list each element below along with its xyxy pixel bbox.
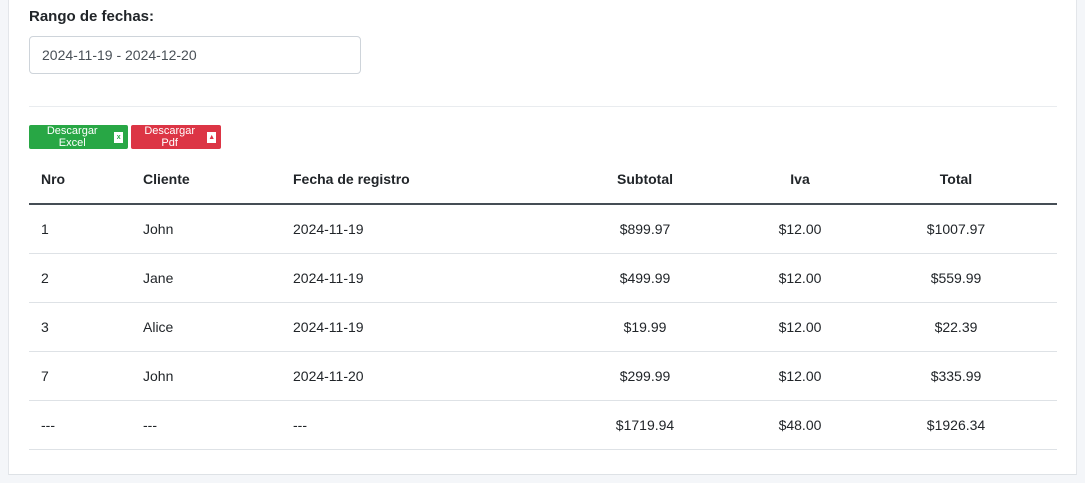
cell-fecha: 2024-11-19 [281, 302, 545, 352]
cell-cliente: John [131, 204, 281, 254]
cell-cliente: --- [131, 400, 281, 450]
cell-iva: $12.00 [745, 204, 855, 254]
download-pdf-label: Descargar Pdf [144, 125, 196, 149]
table-row: 3 Alice 2024-11-19 $19.99 $12.00 $22.39 [29, 302, 1057, 352]
cell-nro: 3 [29, 302, 131, 352]
download-excel-label: Descargar Excel [46, 125, 98, 149]
cell-total-sum: $1926.34 [855, 400, 1057, 450]
table-totals-row: --- --- --- $1719.94 $48.00 $1926.34 [29, 400, 1057, 450]
download-excel-button[interactable]: Descargar Excel x [29, 125, 128, 149]
cell-cliente: Alice [131, 302, 281, 352]
table-header-row: Nro Cliente Fecha de registro Subtotal I… [29, 155, 1057, 205]
cell-nro: --- [29, 400, 131, 450]
table-row: 1 John 2024-11-19 $899.97 $12.00 $1007.9… [29, 204, 1057, 254]
cell-nro: 1 [29, 204, 131, 254]
cell-fecha: 2024-11-19 [281, 204, 545, 254]
report-card: Rango de fechas: Descargar Excel x Desca… [8, 0, 1077, 475]
cell-iva-sum: $48.00 [745, 400, 855, 450]
table-row: 7 John 2024-11-20 $299.99 $12.00 $335.99 [29, 351, 1057, 401]
cell-total: $22.39 [855, 302, 1057, 352]
cell-subtotal: $499.99 [545, 253, 745, 303]
date-range-label: Rango de fechas: [29, 8, 155, 25]
column-header-nro: Nro [29, 155, 131, 205]
page-background-strip [0, 475, 1085, 483]
cell-iva: $12.00 [745, 253, 855, 303]
cell-total: $1007.97 [855, 204, 1057, 254]
column-header-iva: Iva [745, 155, 855, 205]
cell-iva: $12.00 [745, 351, 855, 401]
pdf-file-icon: ▲ [207, 131, 216, 143]
excel-file-icon: x [114, 131, 123, 143]
column-header-total: Total [855, 155, 1057, 205]
cell-nro: 2 [29, 253, 131, 303]
cell-fecha: 2024-11-20 [281, 351, 545, 401]
cell-subtotal: $299.99 [545, 351, 745, 401]
cell-total: $335.99 [855, 351, 1057, 401]
column-header-fecha: Fecha de registro [281, 155, 545, 205]
cell-subtotal-sum: $1719.94 [545, 400, 745, 450]
cell-iva: $12.00 [745, 302, 855, 352]
table-row: 2 Jane 2024-11-19 $499.99 $12.00 $559.99 [29, 253, 1057, 303]
cell-cliente: John [131, 351, 281, 401]
download-pdf-button[interactable]: Descargar Pdf ▲ [131, 125, 221, 149]
cell-subtotal: $19.99 [545, 302, 745, 352]
date-range-input[interactable] [29, 36, 361, 74]
cell-cliente: Jane [131, 253, 281, 303]
cell-subtotal: $899.97 [545, 204, 745, 254]
cell-nro: 7 [29, 351, 131, 401]
divider [29, 106, 1057, 107]
cell-fecha: --- [281, 400, 545, 450]
column-header-cliente: Cliente [131, 155, 281, 205]
cell-total: $559.99 [855, 253, 1057, 303]
column-header-subtotal: Subtotal [545, 155, 745, 205]
sales-table: Nro Cliente Fecha de registro Subtotal I… [29, 155, 1057, 450]
cell-fecha: 2024-11-19 [281, 253, 545, 303]
